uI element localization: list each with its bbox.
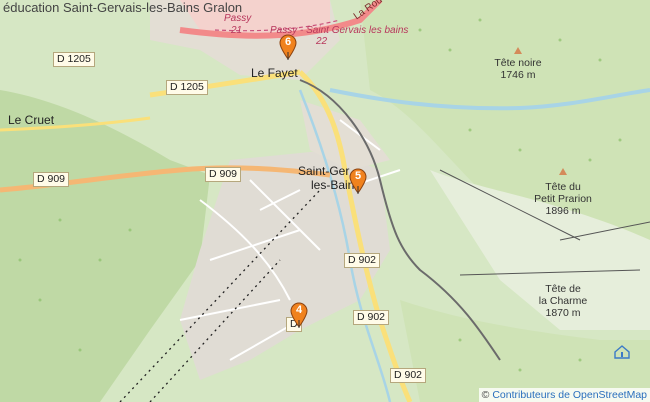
tourist-info-icon: [614, 345, 630, 359]
peak-name-line1: Tête de: [545, 283, 581, 295]
marker-number: 5: [354, 170, 362, 182]
road-label-d902: D 902: [353, 310, 390, 325]
road-label-d909: D 909: [205, 167, 242, 182]
attribution: © Contributeurs de OpenStreetMap: [478, 388, 650, 402]
railway-label-passy: Passy: [224, 13, 252, 24]
peak-icon: [514, 47, 522, 54]
road-label-d1205: D 1205: [53, 52, 95, 67]
railway-label-22: 22: [316, 36, 328, 47]
road-label-d902: D 902: [390, 368, 427, 383]
map-marker-icon[interactable]: 6: [279, 34, 297, 60]
peak-altitude: 1746 m: [500, 69, 536, 81]
copyright-symbol: ©: [481, 389, 490, 401]
map-marker-icon[interactable]: 4: [290, 302, 308, 328]
place-saint-gervais-line1: Saint-Ger: [298, 164, 350, 178]
peak-tete-du-petit-prarion: Tête du Petit Prarion 1896 m: [523, 181, 603, 217]
road-label-d902: D 902: [344, 253, 381, 268]
railway-label-21: 21: [231, 25, 243, 36]
marker-number: 4: [295, 304, 303, 316]
map-view[interactable]: éducation Saint-Gervais-les-Bains Gralon…: [0, 0, 650, 402]
place-le-cruet: Le Cruet: [8, 113, 55, 127]
peak-altitude: 1896 m: [545, 205, 581, 217]
peak-name-line2: la Charme: [538, 295, 588, 307]
peak-name: Tête noire: [494, 57, 542, 69]
osm-contributors-link[interactable]: Contributeurs de OpenStreetMap: [492, 389, 647, 401]
map-title: éducation Saint-Gervais-les-Bains Gralon: [3, 0, 243, 15]
peak-tete-de-la-charme: Tête de la Charme 1870 m: [523, 283, 603, 319]
marker-number: 6: [284, 36, 292, 48]
peak-tete-noire: Tête noire 1746 m: [478, 57, 558, 81]
road-label-d1205: D 1205: [166, 80, 208, 95]
peak-altitude: 1870 m: [545, 307, 581, 319]
peak-icon: [559, 168, 567, 175]
place-saint-gervais-line2: les-Bain: [311, 178, 355, 192]
peak-name-line1: Tête du: [545, 181, 581, 193]
place-le-fayet: Le Fayet: [251, 66, 298, 80]
peak-name-line2: Petit Prarion: [534, 193, 592, 205]
map-marker-icon[interactable]: 5: [349, 168, 367, 194]
road-label-d909: D 909: [33, 172, 70, 187]
